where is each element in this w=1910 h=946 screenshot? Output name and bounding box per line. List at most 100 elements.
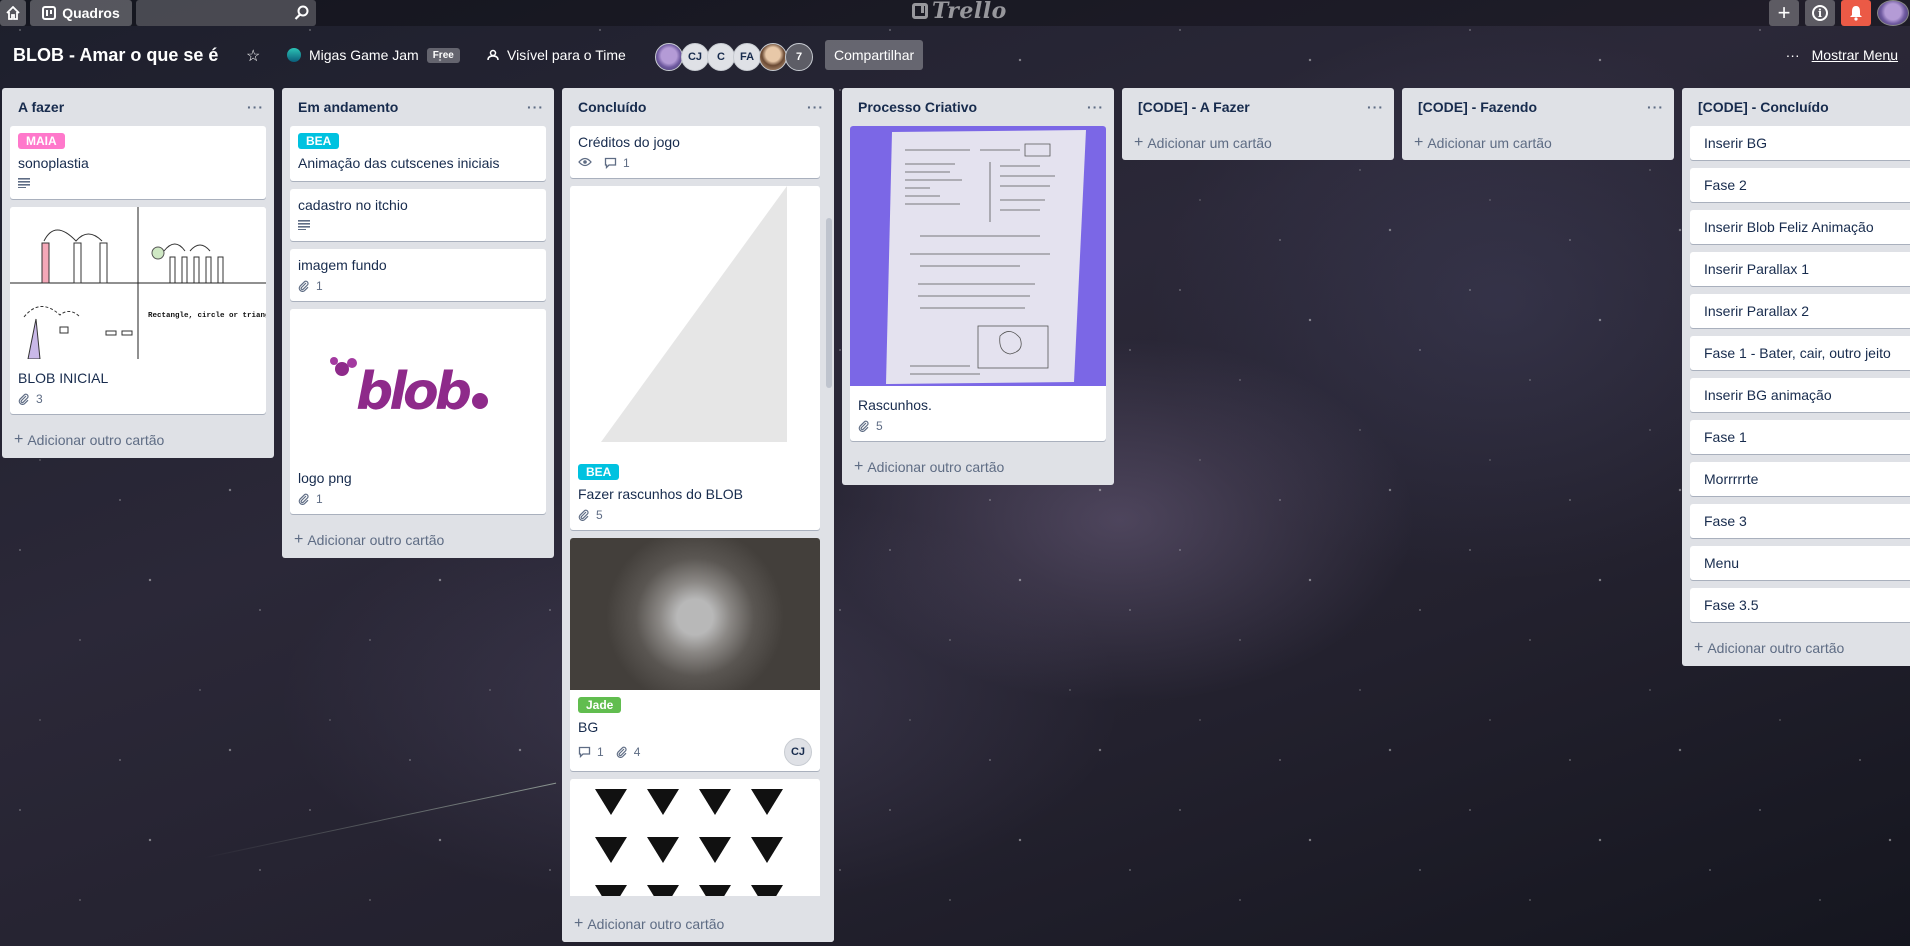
- list-menu-icon[interactable]: ···: [1367, 99, 1384, 115]
- top-navigation-bar: Quadros Trello + i: [0, 0, 1910, 26]
- card-title: Fase 1 - Bater, cair, outro jeito: [1704, 345, 1891, 361]
- list-title[interactable]: [CODE] - Fazendo: [1418, 99, 1537, 115]
- card-member-avatar[interactable]: CJ: [784, 738, 812, 766]
- trello-logo-icon: [912, 3, 928, 19]
- cover-caption-text: Rectangle, circle or triangle: It's easy…: [148, 312, 266, 320]
- member-avatar[interactable]: [655, 43, 683, 71]
- comments-count: 1: [597, 745, 604, 759]
- card-title: Rascunhos.: [858, 397, 932, 413]
- search-input[interactable]: [136, 0, 316, 26]
- paperclip-icon: [18, 393, 29, 405]
- info-button[interactable]: i: [1805, 0, 1835, 26]
- list-em-andamento: Em andamento ··· BEA Animação das cutsce…: [282, 88, 554, 558]
- add-card-button[interactable]: + Adicionar outro cartão: [2, 422, 274, 458]
- card-title: imagem fundo: [298, 257, 387, 273]
- visibility-button[interactable]: Visível para o Time: [487, 47, 626, 63]
- card[interactable]: BEA Animação das cutscenes iniciais: [290, 126, 546, 181]
- list-title[interactable]: Processo Criativo: [858, 99, 977, 115]
- card[interactable]: cadastro no itchio: [290, 189, 546, 241]
- card[interactable]: Créditos do jogo 1: [570, 126, 820, 178]
- member-avatar[interactable]: CJ: [681, 43, 709, 71]
- card[interactable]: Inserir BG animação: [1690, 378, 1910, 412]
- card-title: Morrrrrte: [1704, 471, 1759, 487]
- attachments-badge: 4: [616, 745, 641, 759]
- card-title: cadastro no itchio: [298, 197, 408, 213]
- list-code-a-fazer: [CODE] - A Fazer ··· + Adicionar um cart…: [1122, 88, 1394, 160]
- card-title: Inserir BG: [1704, 135, 1768, 151]
- card-title: Menu: [1704, 555, 1740, 571]
- member-avatar[interactable]: C: [707, 43, 735, 71]
- card[interactable]: Fase 1 - Bater, cair, outro jeito: [1690, 336, 1910, 370]
- list-menu-icon[interactable]: ···: [247, 99, 264, 115]
- more-members-count[interactable]: 7: [785, 43, 813, 71]
- list-title[interactable]: A fazer: [18, 99, 64, 115]
- add-card-button[interactable]: + Adicionar outro cartão: [282, 522, 554, 558]
- card[interactable]: MAIA sonoplastia: [10, 126, 266, 199]
- share-button[interactable]: Compartilhar: [825, 40, 924, 70]
- card[interactable]: imagem fundo 1: [290, 249, 546, 301]
- list-a-fazer: A fazer ··· MAIA sonoplastia Rectangle, …: [2, 88, 274, 458]
- add-card-button[interactable]: + Adicionar um cartão: [1402, 126, 1674, 160]
- notifications-button[interactable]: [1841, 0, 1871, 26]
- add-card-button[interactable]: + Adicionar outro cartão: [1682, 630, 1910, 666]
- card-cover-triangle: [571, 186, 819, 454]
- user-avatar[interactable]: [1877, 0, 1909, 26]
- add-card-button[interactable]: + Adicionar um cartão: [1122, 126, 1394, 160]
- card[interactable]: BEA Fazer rascunhos do BLOB 5: [570, 186, 820, 530]
- list-title[interactable]: Concluído: [578, 99, 646, 115]
- attachments-count: 4: [633, 745, 641, 759]
- add-card-button[interactable]: + Adicionar outro cartão: [562, 906, 834, 942]
- member-avatar[interactable]: FA: [733, 43, 761, 71]
- description-icon: [298, 219, 310, 233]
- card[interactable]: Jade BG 1 4 CJ: [570, 538, 820, 771]
- attachments-count: 3: [36, 392, 43, 406]
- list-scrollbar[interactable]: [826, 126, 832, 942]
- scrollbar-thumb[interactable]: [826, 218, 832, 388]
- card[interactable]: Rascunhos. 5: [850, 126, 1106, 441]
- list-menu-icon[interactable]: ···: [1087, 99, 1104, 115]
- comment-icon: [578, 746, 591, 758]
- home-button[interactable]: [0, 0, 26, 26]
- card[interactable]: Inserir BG: [1690, 126, 1910, 160]
- list-menu-icon[interactable]: ···: [1647, 99, 1664, 115]
- card[interactable]: Rectangle, circle or triangle: It's easy…: [10, 207, 266, 414]
- boards-label: Quadros: [62, 5, 120, 21]
- add-card-button[interactable]: + Adicionar outro cartão: [842, 449, 1114, 485]
- list-menu-icon[interactable]: ···: [807, 99, 824, 115]
- card[interactable]: Inserir Blob Feliz Animação: [1690, 210, 1910, 244]
- list-title[interactable]: Em andamento: [298, 99, 398, 115]
- card-title: Inserir BG animação: [1704, 387, 1832, 403]
- trello-logo[interactable]: Trello: [912, 0, 1007, 24]
- card[interactable]: Fase 1: [1690, 420, 1910, 454]
- create-button[interactable]: +: [1769, 0, 1799, 26]
- attachments-badge: 1: [298, 279, 323, 293]
- star-board-button[interactable]: ☆: [246, 46, 260, 66]
- boards-button[interactable]: Quadros: [30, 0, 132, 26]
- card-cover-triangles: [571, 779, 819, 896]
- card[interactable]: [570, 779, 820, 896]
- card[interactable]: Menu: [1690, 546, 1910, 580]
- card[interactable]: Fase 2: [1690, 168, 1910, 202]
- card[interactable]: Fase 3.5: [1690, 588, 1910, 622]
- card[interactable]: blob logo png 1: [290, 309, 546, 514]
- card[interactable]: Fase 3: [1690, 504, 1910, 538]
- member-avatar[interactable]: [759, 43, 787, 71]
- list-concluido: Concluído ··· Créditos do jogo 1 BEA Faz…: [562, 88, 834, 942]
- team-visibility-icon: [487, 49, 499, 61]
- list-code-fazendo: [CODE] - Fazendo ··· + Adicionar um cart…: [1402, 88, 1674, 160]
- list-title[interactable]: [CODE] - A Fazer: [1138, 99, 1250, 115]
- card-title: Inserir Blob Feliz Animação: [1704, 219, 1874, 235]
- plus-icon: +: [14, 431, 24, 448]
- card-title: Animação das cutscenes iniciais: [298, 155, 500, 171]
- trello-logo-text: Trello: [932, 0, 1007, 24]
- show-menu-button[interactable]: ··· Mostrar Menu: [1786, 47, 1898, 63]
- list-menu-icon[interactable]: ···: [527, 99, 544, 115]
- comments-count: 1: [623, 156, 630, 170]
- card[interactable]: Morrrrrte: [1690, 462, 1910, 496]
- card[interactable]: Inserir Parallax 1: [1690, 252, 1910, 286]
- card-title: Inserir Parallax 1: [1704, 261, 1810, 277]
- list-title[interactable]: [CODE] - Concluído: [1698, 99, 1829, 115]
- card[interactable]: Inserir Parallax 2: [1690, 294, 1910, 328]
- board-title[interactable]: BLOB - Amar o que se é: [13, 45, 218, 66]
- team-button[interactable]: Migas Game Jam Free: [287, 47, 460, 63]
